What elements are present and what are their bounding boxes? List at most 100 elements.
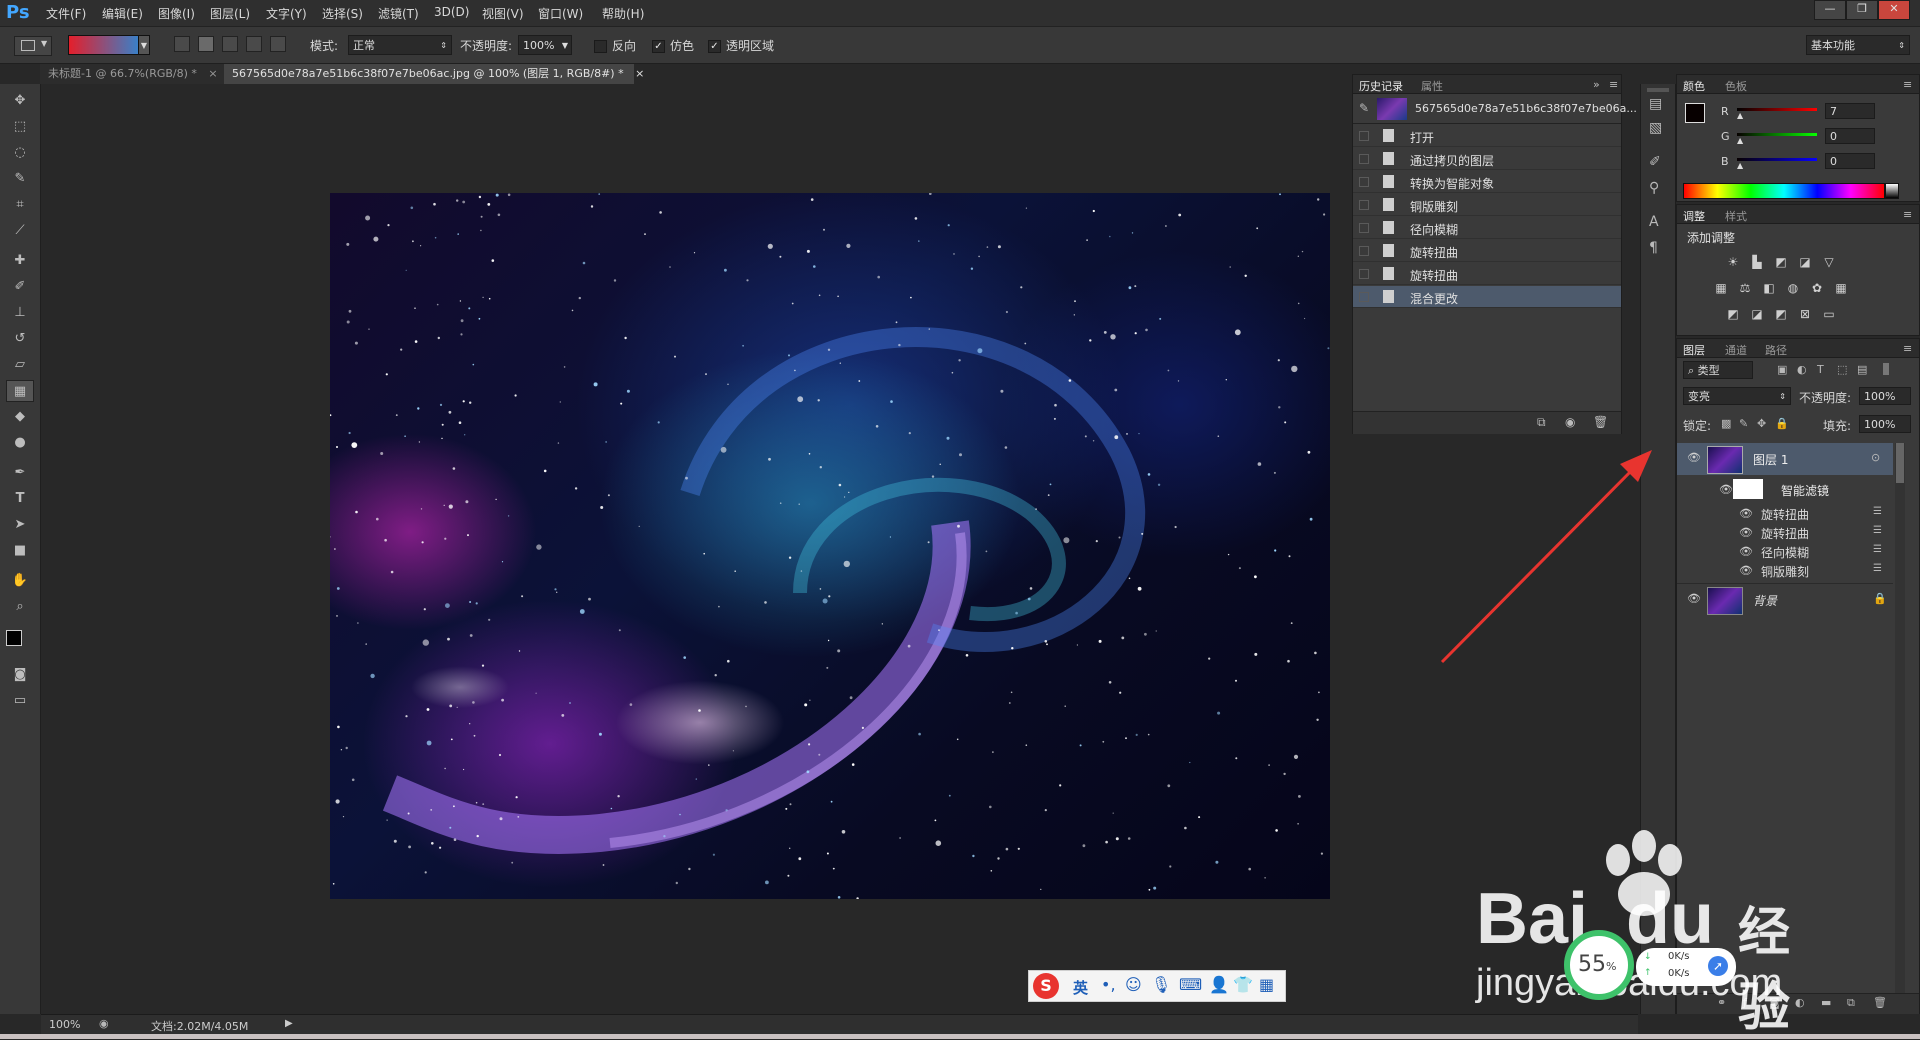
move-tool-icon[interactable]: ✥ — [6, 90, 34, 112]
tab-swatches[interactable]: 色板 — [1725, 78, 1747, 94]
tab-styles[interactable]: 样式 — [1725, 208, 1747, 224]
threshold-icon[interactable]: ◩ — [1773, 307, 1789, 321]
panel-menu-icon[interactable]: ≡ — [1903, 78, 1912, 91]
tab-adjustments[interactable]: 调整 — [1683, 208, 1705, 224]
brush-icon[interactable]: ✐ — [1649, 154, 1661, 170]
tab-active-document[interactable]: 567565d0e78a7e51b6c38f07e7be06ac.jpg @ 1… — [224, 64, 644, 84]
zoom-level[interactable]: 100% — [49, 1018, 80, 1031]
filter-options-icon[interactable]: ☰ — [1873, 506, 1882, 517]
healing-brush-tool-icon[interactable]: ✚ — [6, 250, 34, 272]
eye-icon[interactable]: 👁 — [1739, 507, 1753, 520]
mode-select[interactable]: 正常 ⇕ — [348, 35, 452, 55]
pen-tool-icon[interactable]: ✒ — [6, 462, 34, 484]
punctuation-icon[interactable]: •, — [1101, 975, 1116, 994]
slider-thumb-icon[interactable]: ▲ — [1737, 136, 1743, 145]
opacity-input[interactable]: 100% ▼ — [518, 35, 572, 55]
diamond-gradient-button[interactable] — [270, 36, 286, 52]
eye-icon[interactable]: 👁 — [1687, 592, 1701, 605]
history-item[interactable]: 铜版雕刻 — [1353, 194, 1621, 216]
transparency-checkbox[interactable]: ✓ — [708, 40, 721, 53]
eye-icon[interactable]: 👁 — [1719, 483, 1733, 496]
invert-icon[interactable]: ◩ — [1725, 307, 1741, 321]
tab-color[interactable]: 颜色 — [1683, 78, 1705, 94]
filter-options-icon[interactable]: ☰ — [1873, 563, 1882, 574]
eye-icon[interactable]: 👁 — [1739, 526, 1753, 539]
radial-gradient-button[interactable] — [198, 36, 214, 52]
collapse-icon[interactable]: » — [1593, 78, 1600, 91]
history-item-selected[interactable]: 混合更改 — [1353, 286, 1621, 308]
eye-icon[interactable]: 👁 — [1687, 451, 1701, 464]
screen-mode-icon[interactable]: ▭ — [6, 690, 34, 712]
foreground-color-swatch[interactable] — [1685, 103, 1705, 123]
crop-tool-icon[interactable]: ⌗ — [6, 194, 34, 216]
close-icon[interactable]: × — [635, 67, 644, 80]
skin-icon[interactable]: 👕 — [1233, 975, 1253, 994]
type-filter-icon[interactable]: T — [1817, 363, 1824, 376]
gradient-dropdown-icon[interactable]: ▼ — [138, 35, 150, 55]
history-item[interactable]: 打开 — [1353, 125, 1621, 147]
photo-filter-icon[interactable]: ◍ — [1785, 281, 1801, 295]
blend-mode-select[interactable]: 变亮 ⇕ — [1683, 387, 1791, 405]
pixel-filter-icon[interactable]: ▣ — [1777, 363, 1787, 376]
linear-gradient-button[interactable] — [174, 36, 190, 52]
menu-select[interactable]: 选择(S) — [322, 5, 363, 22]
foreground-color-swatch[interactable] — [6, 630, 22, 646]
black-white-icon[interactable]: ◧ — [1761, 281, 1777, 295]
close-icon[interactable]: × — [208, 67, 217, 80]
filter-row[interactable]: 👁 径向模糊 ☰ — [1677, 543, 1893, 561]
smart-object-filter-icon[interactable]: ▤ — [1857, 363, 1867, 376]
panel-menu-icon[interactable]: ≡ — [1903, 208, 1912, 221]
dither-checkbox[interactable]: ✓ — [652, 40, 665, 53]
eraser-tool-icon[interactable]: ▱ — [6, 354, 34, 376]
lock-all-icon[interactable]: 🔒 — [1775, 417, 1789, 430]
rocket-icon[interactable]: ➚ — [1708, 956, 1728, 976]
shape-tool-icon[interactable]: ■ — [6, 540, 34, 562]
status-info-icon[interactable]: ◉ — [99, 1017, 109, 1030]
lock-transparent-icon[interactable]: ▩ — [1721, 417, 1731, 430]
tab-history[interactable]: 历史记录 — [1359, 78, 1403, 94]
paragraph-icon[interactable]: ¶ — [1649, 240, 1658, 256]
filter-row[interactable]: 👁 旋转扭曲 ☰ — [1677, 505, 1893, 523]
history-icon[interactable]: ▤ — [1649, 96, 1662, 112]
history-item[interactable]: 径向模糊 — [1353, 217, 1621, 239]
panel-menu-icon[interactable]: ≡ — [1609, 78, 1618, 91]
restore-button[interactable]: ❐ — [1846, 0, 1878, 20]
layer-row-background[interactable]: 👁 背景 🔒 — [1677, 583, 1893, 615]
menu-image[interactable]: 图像(I) — [158, 5, 195, 22]
marquee-tool-icon[interactable]: ⬚ — [6, 116, 34, 138]
layer-filter-kind-select[interactable]: ⌕ 类型 — [1683, 361, 1753, 379]
microphone-icon[interactable]: 🎙 — [1151, 975, 1171, 994]
keyboard-icon[interactable]: ⌨ — [1179, 975, 1202, 994]
eye-icon[interactable]: 👁 — [1739, 564, 1753, 577]
camera-icon[interactable]: ◉ — [1565, 415, 1575, 429]
menu-type[interactable]: 文字(Y) — [266, 5, 307, 22]
filter-options-icon[interactable]: ☰ — [1873, 544, 1882, 555]
adjustment-filter-icon[interactable]: ◐ — [1797, 363, 1807, 376]
fill-input[interactable]: 100% — [1859, 415, 1911, 433]
trash-icon[interactable]: 🗑 — [1593, 415, 1608, 429]
history-brush-tool-icon[interactable]: ↺ — [6, 328, 34, 350]
history-item[interactable]: 旋转扭曲 — [1353, 263, 1621, 285]
sogou-logo-icon[interactable]: S — [1033, 973, 1059, 999]
g-input[interactable]: 0 — [1825, 128, 1875, 144]
menu-view[interactable]: 视图(V) — [482, 5, 524, 22]
galaxy-artwork[interactable] — [330, 193, 1330, 899]
scrollbar-thumb[interactable] — [1896, 443, 1904, 483]
user-icon[interactable]: 👤 — [1209, 975, 1229, 994]
b-slider[interactable] — [1737, 158, 1817, 161]
b-input[interactable]: 0 — [1825, 153, 1875, 169]
stamp-tool-icon[interactable]: ⊥ — [6, 302, 34, 324]
gradient-map-icon[interactable]: ▭ — [1821, 307, 1837, 321]
channel-mixer-icon[interactable]: ✿ — [1809, 281, 1825, 295]
speed-widget[interactable]: 55 % ↓ 0K/s ↑ 0K/s ➚ — [1564, 930, 1752, 1000]
posterize-icon[interactable]: ◪ — [1749, 307, 1765, 321]
history-item[interactable]: 通过拷贝的图层 — [1353, 148, 1621, 170]
type-tool-icon[interactable]: T — [6, 488, 34, 510]
vibrance-icon[interactable]: ▽ — [1821, 255, 1837, 269]
g-slider[interactable] — [1737, 133, 1817, 136]
zoom-tool-icon[interactable]: ⌕ — [6, 596, 34, 618]
dodge-tool-icon[interactable]: ● — [6, 432, 34, 454]
menu-edit[interactable]: 编辑(E) — [102, 5, 143, 22]
color-balance-icon[interactable]: ⚖ — [1737, 281, 1753, 295]
layer-opacity-input[interactable]: 100% — [1859, 387, 1911, 405]
